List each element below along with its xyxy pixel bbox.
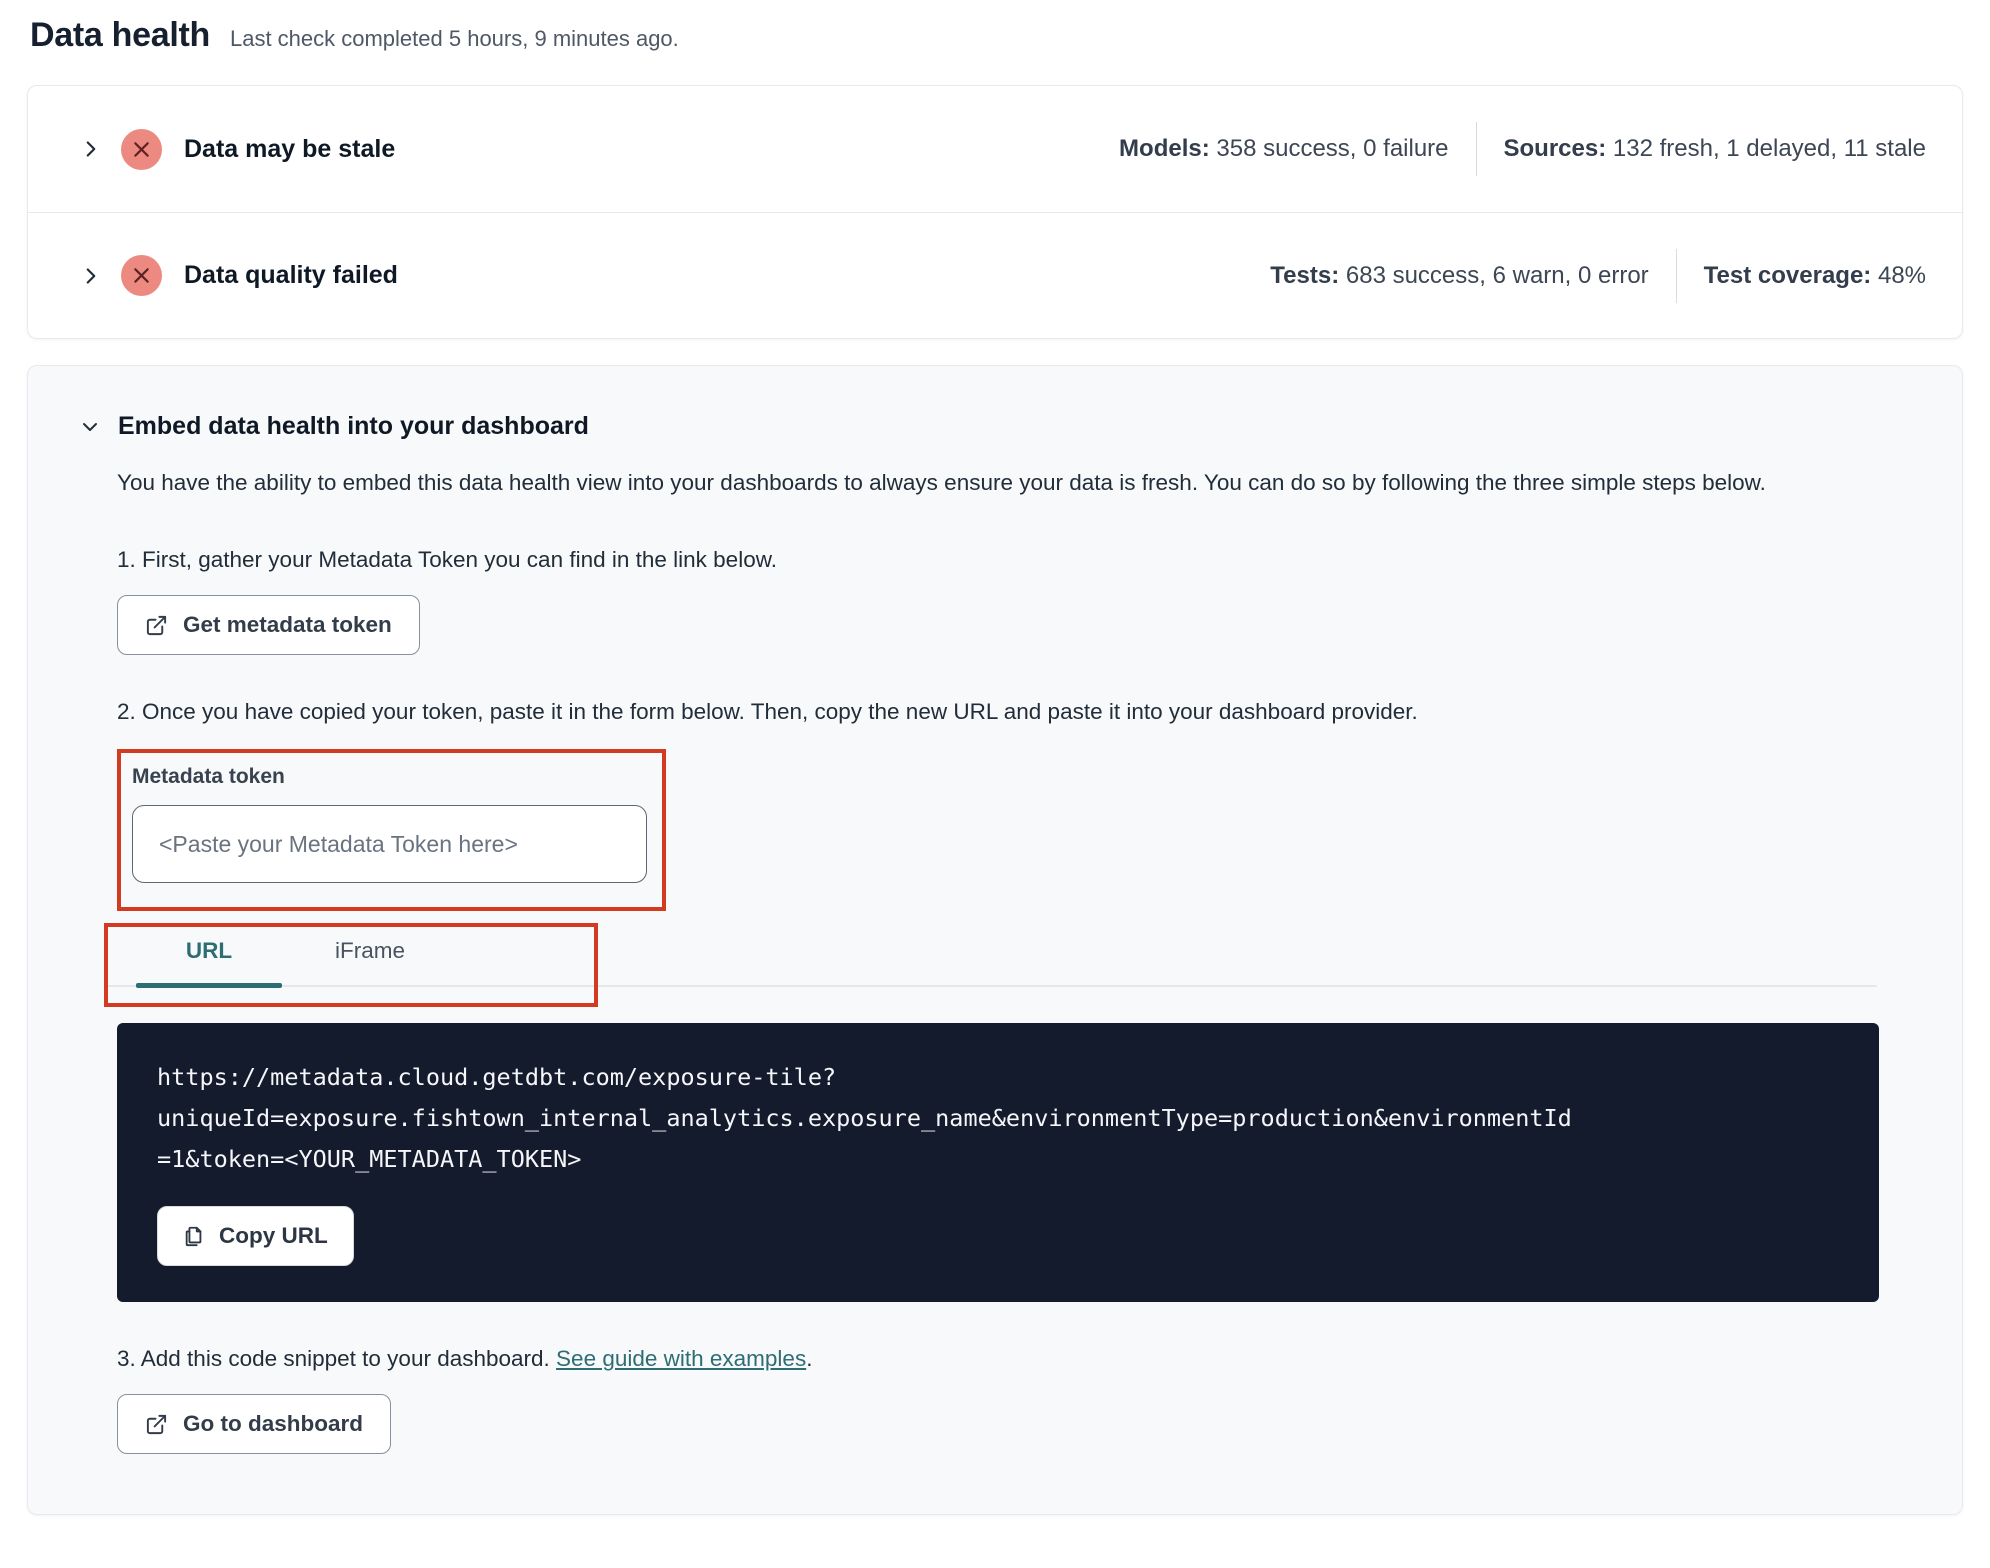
step3-text-before: 3. Add this code snippet to your dashboa… [117, 1346, 557, 1371]
last-check-status: Last check completed 5 hours, 9 minutes … [229, 26, 679, 51]
error-x-circle-icon [121, 255, 162, 296]
active-tab-underline [136, 983, 282, 988]
sources-stat-label: Sources: [1503, 135, 1607, 162]
page-title: Data health [30, 16, 210, 54]
status-card: Data may be stale Models: 358 success, 0… [27, 85, 1963, 339]
tabs-baseline [107, 985, 1877, 987]
tabs-row: URL iFrame [117, 923, 1877, 979]
embed-section-header[interactable]: Embed data health into your dashboard [78, 412, 1877, 441]
get-metadata-token-button[interactable]: Get metadata token [117, 595, 420, 655]
go-to-dashboard-label: Go to dashboard [183, 1411, 363, 1436]
embed-description: You have the ability to embed this data … [117, 470, 1766, 495]
step3-text-after: . [806, 1346, 813, 1371]
external-link-icon [145, 614, 168, 637]
embed-url-line: =1&token=<YOUR_METADATA_TOKEN> [157, 1145, 582, 1173]
embed-section-card: Embed data health into your dashboard Yo… [27, 365, 1963, 1515]
chevron-down-icon[interactable] [78, 415, 102, 439]
go-to-dashboard-button[interactable]: Go to dashboard [117, 1394, 391, 1454]
tests-stat-value: 683 success, 6 warn, 0 error [1339, 261, 1649, 289]
test-coverage-stat-value: 48% [1871, 261, 1926, 289]
external-link-icon [145, 1413, 168, 1436]
tab-iframe[interactable]: iFrame [297, 938, 443, 964]
metadata-token-label: Metadata token [132, 765, 285, 788]
copy-icon [183, 1225, 205, 1247]
status-label: Data may be stale [184, 134, 396, 163]
tab-url[interactable]: URL [136, 938, 282, 964]
step1-text: 1. First, gather your Metadata Token you… [117, 547, 777, 572]
copy-url-button[interactable]: Copy URL [157, 1206, 354, 1266]
stat-divider [1475, 122, 1477, 176]
embed-output-tabs: URL iFrame [104, 923, 1877, 1007]
test-coverage-stat: Test coverage: 48% [1704, 262, 1926, 290]
embed-url-line: https://metadata.cloud.getdbt.com/exposu… [157, 1063, 837, 1091]
copy-url-label: Copy URL [219, 1223, 328, 1248]
status-row-stale[interactable]: Data may be stale Models: 358 success, 0… [28, 86, 1962, 212]
status-label: Data quality failed [184, 261, 398, 289]
embed-url-code-block: https://metadata.cloud.getdbt.com/exposu… [117, 1023, 1879, 1302]
step3-text: 3. Add this code snippet to your dashboa… [117, 1346, 1877, 1372]
stat-divider [1675, 248, 1677, 303]
see-guide-link[interactable]: See guide with examples [556, 1346, 806, 1371]
chevron-right-icon[interactable] [78, 263, 104, 289]
tests-stat: Tests: 683 success, 6 warn, 0 error [1270, 262, 1648, 290]
step2-text: 2. Once you have copied your token, past… [117, 699, 1418, 724]
models-stat-value: 358 success, 0 failure [1209, 135, 1449, 162]
tests-stat-label: Tests: [1270, 261, 1340, 289]
embed-section-body: You have the ability to embed this data … [104, 463, 1879, 1454]
status-stats: Models: 358 success, 0 failure Sources: … [1119, 122, 1926, 176]
token-annotation-box: Metadata token [117, 749, 666, 911]
error-x-circle-icon [121, 128, 162, 170]
data-health-page: Data health Last check completed 5 hours… [0, 0, 1990, 1568]
models-stat-label: Models: [1119, 135, 1210, 162]
models-stat: Models: 358 success, 0 failure [1119, 135, 1448, 163]
test-coverage-stat-label: Test coverage: [1703, 261, 1872, 289]
page-header: Data health Last check completed 5 hours… [0, 0, 1990, 55]
status-stats: Tests: 683 success, 6 warn, 0 error Test… [1270, 248, 1926, 303]
sources-stat: Sources: 132 fresh, 1 delayed, 11 stale [1504, 135, 1926, 163]
sources-stat-value: 132 fresh, 1 delayed, 11 stale [1606, 135, 1926, 162]
embed-url-line: uniqueId=exposure.fishtown_internal_anal… [157, 1104, 1572, 1132]
get-metadata-token-label: Get metadata token [183, 612, 392, 637]
status-row-quality[interactable]: Data quality failed Tests: 683 success, … [28, 212, 1962, 338]
metadata-token-input[interactable] [132, 805, 647, 883]
chevron-right-icon[interactable] [78, 136, 104, 162]
embed-section-title: Embed data health into your dashboard [118, 412, 589, 440]
